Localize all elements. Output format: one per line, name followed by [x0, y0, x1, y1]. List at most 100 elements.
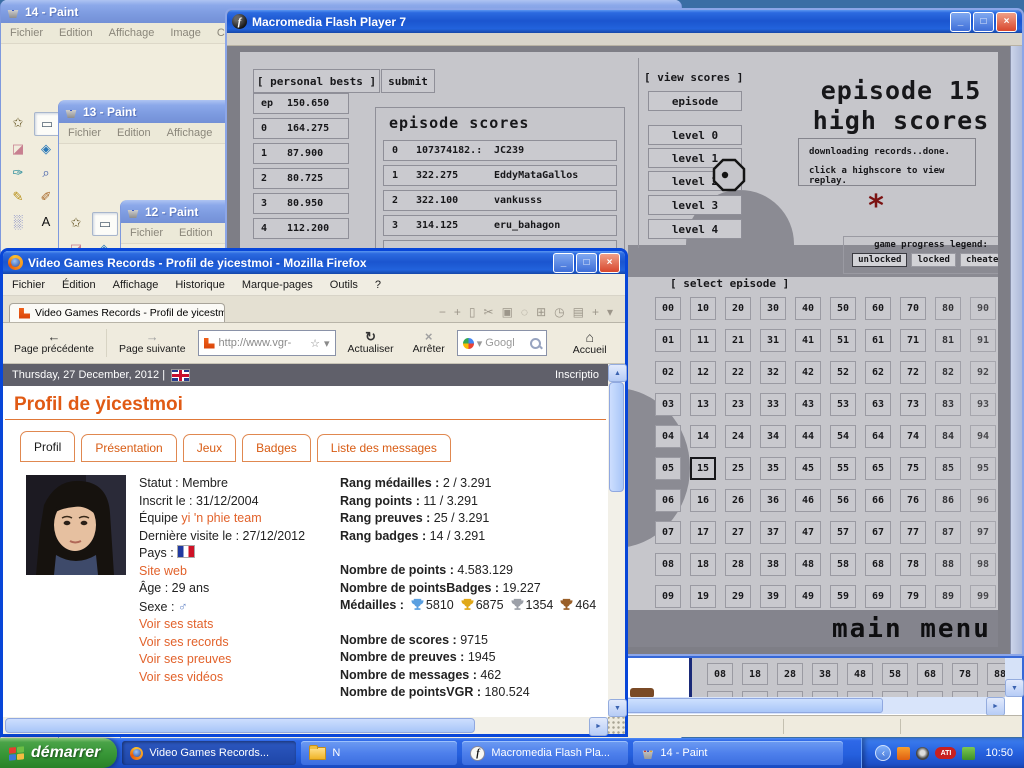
episode-cell[interactable]: 97 — [970, 521, 996, 544]
episode-cell[interactable]: 92 — [970, 361, 996, 384]
episode-cell[interactable]: 66 — [865, 489, 891, 512]
cut-icon[interactable]: ✂ — [484, 305, 494, 319]
episode-cell[interactable]: 87 — [935, 521, 961, 544]
episode-cell[interactable]: 67 — [865, 521, 891, 544]
personal-best-row[interactable]: 280.725 — [253, 168, 349, 189]
episode-cell[interactable]: 84 — [935, 425, 961, 448]
zoom-out-icon[interactable]: − — [439, 305, 446, 319]
airbrush-icon[interactable]: ░ — [6, 210, 30, 232]
pencil-icon[interactable]: ✎ — [6, 186, 30, 208]
ati-tray-icon[interactable]: ATI — [935, 747, 956, 759]
taskbar-task-flash[interactable]: Macromedia Flash Pla... — [462, 741, 628, 765]
episode-cell[interactable]: 68 — [917, 663, 943, 685]
episode-cell[interactable]: 78 — [952, 663, 978, 685]
menu-item[interactable]: Fichier — [130, 227, 163, 239]
horizontal-scrollbar[interactable]: ► — [3, 717, 608, 734]
select-icon[interactable]: ▭ — [92, 212, 118, 236]
episode-cell[interactable]: 65 — [865, 457, 891, 480]
scroll-down-button[interactable]: ▼ — [1005, 679, 1024, 697]
episode-cell[interactable]: 55 — [830, 457, 856, 480]
episode-cell[interactable]: 88 — [935, 553, 961, 576]
episode-cell[interactable]: 71 — [900, 329, 926, 352]
episode-cell[interactable]: 25 — [725, 457, 751, 480]
episode-cell[interactable]: 17 — [690, 521, 716, 544]
scroll-right-button[interactable]: ► — [986, 697, 1005, 716]
episode-cell[interactable]: 50 — [830, 297, 856, 320]
episode-cell[interactable]: 49 — [795, 585, 821, 608]
episode-cell[interactable]: 72 — [900, 361, 926, 384]
episode-cell[interactable]: 38 — [760, 553, 786, 576]
menu-item[interactable]: Outils — [330, 279, 358, 291]
minimize-button[interactable]: _ — [950, 12, 971, 32]
browser-tab[interactable]: Video Games Records - Profil de yicestmo… — [9, 303, 225, 322]
highscore-row[interactable]: 3314.125eru_bahagon — [383, 215, 617, 236]
history-clock-icon[interactable]: ◷ — [554, 305, 564, 319]
tab-liste-des-messages[interactable]: Liste des messages — [317, 434, 451, 462]
episode-cell[interactable]: 75 — [900, 457, 926, 480]
zoom-in-icon[interactable]: + — [454, 305, 461, 319]
episode-cell[interactable]: 00 — [655, 297, 681, 320]
episode-cell[interactable]: 28 — [777, 663, 803, 685]
episode-cell[interactable]: 26 — [725, 489, 751, 512]
episode-cell[interactable]: 76 — [900, 489, 926, 512]
episode-cell[interactable]: 74 — [900, 425, 926, 448]
episode-cell[interactable]: 41 — [795, 329, 821, 352]
forward-button[interactable]: → Page suivante — [112, 329, 193, 357]
episode-cell[interactable]: 48 — [847, 663, 873, 685]
view-scores-button[interactable]: level 3 — [648, 195, 742, 215]
episode-cell[interactable]: 52 — [830, 361, 856, 384]
menu-item[interactable]: Fichier — [10, 27, 43, 39]
episode-cell[interactable]: 60 — [865, 297, 891, 320]
highscore-row[interactable]: 2322.100vankusss — [383, 190, 617, 211]
select-icon[interactable]: ▭ — [34, 112, 60, 136]
start-button[interactable]: démarrer — [0, 738, 117, 768]
personal-best-row[interactable]: 187.900 — [253, 143, 349, 164]
episode-cell[interactable]: 48 — [795, 553, 821, 576]
personal-best-row[interactable]: 4112.200 — [253, 218, 349, 239]
episode-cell[interactable]: 40 — [795, 297, 821, 320]
maximize-button[interactable]: □ — [576, 253, 597, 273]
url-dropdown-icon[interactable]: ▾ — [324, 337, 330, 350]
menu-item[interactable]: Fichier — [68, 127, 101, 139]
episode-cell[interactable]: 96 — [970, 489, 996, 512]
inscription-link[interactable]: Inscriptio — [555, 369, 599, 381]
episode-cell[interactable]: 23 — [725, 393, 751, 416]
personal-best-row[interactable]: 0164.275 — [253, 118, 349, 139]
close-button[interactable]: × — [996, 12, 1017, 32]
episode-cell[interactable]: 22 — [725, 361, 751, 384]
episode-cell[interactable]: 32 — [760, 361, 786, 384]
episode-cell[interactable]: 38 — [812, 663, 838, 685]
view-scores-button[interactable]: level 0 — [648, 125, 742, 145]
episode-cell[interactable]: 34 — [760, 425, 786, 448]
resize-grip[interactable] — [608, 717, 625, 734]
episode-cell[interactable]: 51 — [830, 329, 856, 352]
menu-item[interactable]: Fichier — [12, 279, 45, 291]
episode-cell[interactable]: 86 — [935, 489, 961, 512]
episode-cell[interactable]: 10 — [690, 297, 716, 320]
fill-icon[interactable]: ◈ — [34, 138, 58, 160]
menu-item[interactable]: Affichage — [109, 27, 155, 39]
new-window-icon[interactable]: ⊞ — [536, 305, 546, 319]
stop-button[interactable]: × Arrêter — [406, 329, 452, 357]
menu-item[interactable]: Affichage — [113, 279, 159, 291]
episode-cell[interactable]: 77 — [900, 521, 926, 544]
episode-cell[interactable]: 14 — [690, 425, 716, 448]
episode-cell[interactable]: 62 — [865, 361, 891, 384]
profile-link[interactable]: Voir ses preuves — [139, 652, 231, 666]
episode-cell[interactable]: 89 — [935, 585, 961, 608]
episode-cell[interactable]: 35 — [760, 457, 786, 480]
website-link[interactable]: Site web — [139, 564, 187, 578]
episode-cell[interactable]: 99 — [970, 585, 996, 608]
url-bar[interactable]: http://www.vgr- ☆ ▾ — [198, 330, 336, 356]
personal-best-row[interactable]: 380.950 — [253, 193, 349, 214]
episode-cell[interactable]: 27 — [725, 521, 751, 544]
menu-item[interactable]: Affichage — [167, 127, 213, 139]
episode-cell[interactable]: 54 — [830, 425, 856, 448]
taskbar-task-folder[interactable]: N — [301, 741, 457, 765]
search-engine-dropdown-icon[interactable]: ▾ — [477, 337, 483, 350]
taskbar-task-paint[interactable]: 14 - Paint — [633, 741, 843, 765]
episode-cell[interactable]: 07 — [655, 521, 681, 544]
flash-scrollbar[interactable] — [1010, 46, 1022, 654]
search-bar[interactable]: ▾ Googl — [457, 330, 547, 356]
highscore-row[interactable]: 1322.275EddyMataGallos — [383, 165, 617, 186]
